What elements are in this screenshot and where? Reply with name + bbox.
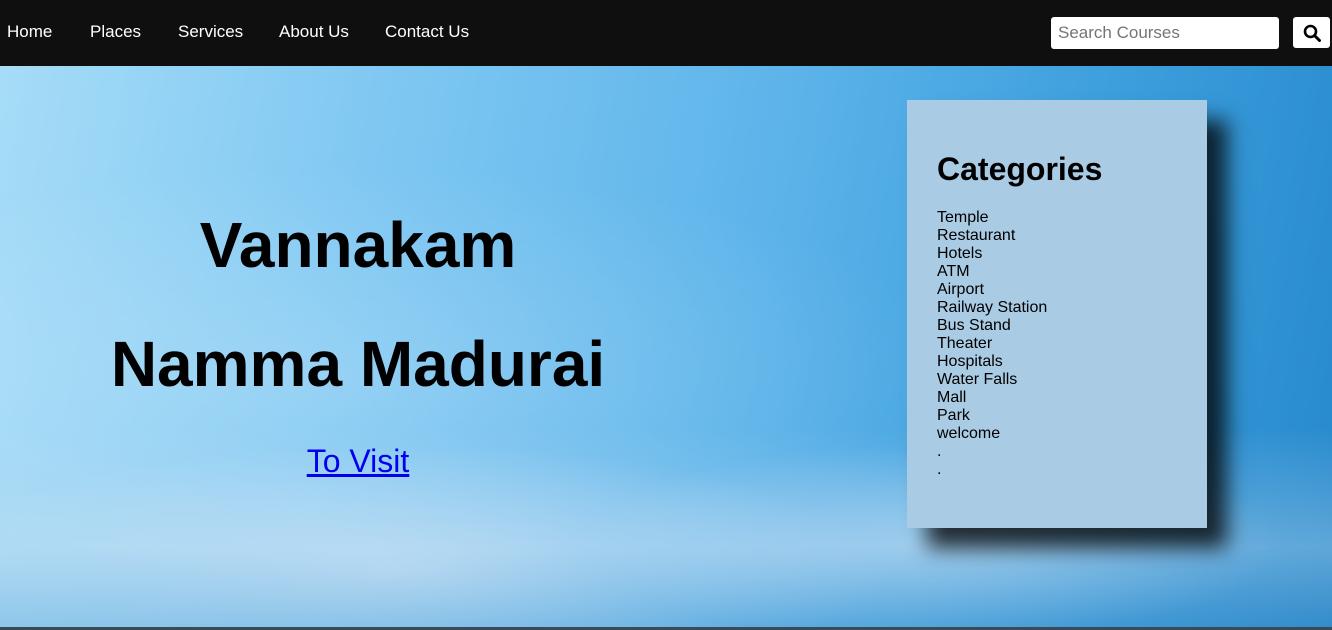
category-item-mall[interactable]: Mall xyxy=(937,389,1047,407)
search-button[interactable] xyxy=(1293,17,1330,48)
nav-home-link[interactable]: Home xyxy=(7,22,52,42)
hero-link-wrapper: To Visit xyxy=(0,442,716,480)
search-input[interactable] xyxy=(1051,17,1279,49)
category-item-railway-station[interactable]: Railway Station xyxy=(937,299,1047,317)
hero-greeting-heading: Vannakam xyxy=(199,209,517,281)
category-item-park[interactable]: Park xyxy=(937,407,1047,425)
category-item-welcome[interactable]: welcome xyxy=(937,425,1047,443)
category-item-restaurant[interactable]: Restaurant xyxy=(937,227,1047,245)
category-item-atm[interactable]: ATM xyxy=(937,263,1047,281)
category-item-bus-stand[interactable]: Bus Stand xyxy=(937,317,1047,335)
page: Home Places Services About Us Contact Us… xyxy=(0,0,1332,630)
category-item-hotels[interactable]: Hotels xyxy=(937,245,1047,263)
category-item-hospitals[interactable]: Hospitals xyxy=(937,353,1047,371)
categories-list: Temple Restaurant Hotels ATM Airport Rai… xyxy=(937,209,1047,479)
category-item-water-falls[interactable]: Water Falls xyxy=(937,371,1047,389)
nav-contact-us-link[interactable]: Contact Us xyxy=(385,22,469,42)
nav-places-link[interactable]: Places xyxy=(90,22,141,42)
category-item-airport[interactable]: Airport xyxy=(937,281,1047,299)
nav-services-link[interactable]: Services xyxy=(178,22,243,42)
search-icon xyxy=(1303,24,1321,42)
hero-city-heading: Namma Madurai xyxy=(110,328,606,400)
category-item-temple[interactable]: Temple xyxy=(937,209,1047,227)
category-item-dot: . xyxy=(937,443,942,460)
top-navbar: Home Places Services About Us Contact Us xyxy=(0,0,1332,66)
category-item-dot: . xyxy=(937,461,942,478)
categories-title: Categories xyxy=(937,151,1103,187)
category-item-theater[interactable]: Theater xyxy=(937,335,1047,353)
categories-panel: Categories Temple Restaurant Hotels ATM … xyxy=(907,100,1207,528)
to-visit-link[interactable]: To Visit xyxy=(307,443,410,479)
nav-about-us-link[interactable]: About Us xyxy=(279,22,349,42)
